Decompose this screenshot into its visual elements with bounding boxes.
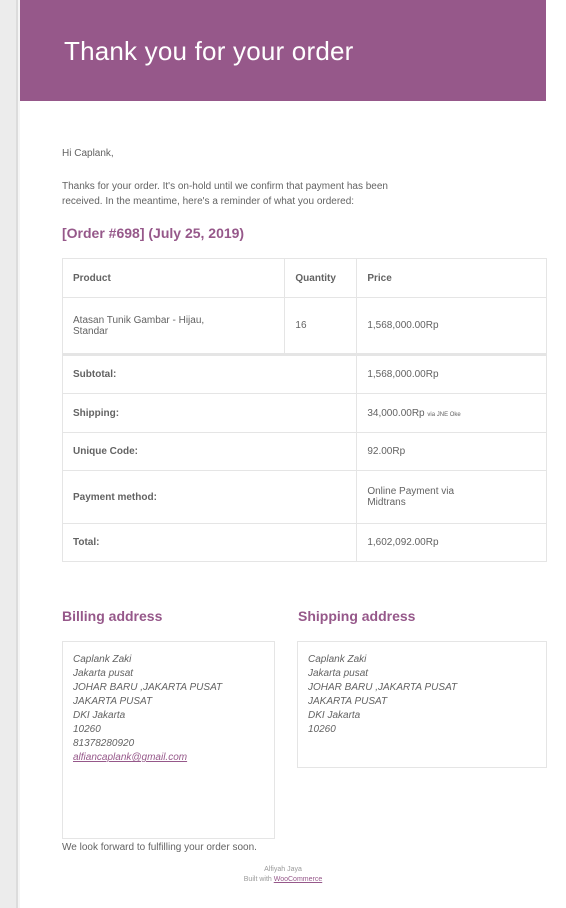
payment-method-value: Online Payment via Midtrans <box>356 470 547 524</box>
billing-phone: 81378280920 <box>73 738 135 749</box>
email-header: Thank you for your order <box>20 0 546 101</box>
page-gutter <box>0 0 18 908</box>
billing-postcode: 10260 <box>73 724 101 735</box>
footer-built-with: Built with <box>243 876 272 883</box>
footer-site-name: Alfiyah Jaya <box>264 866 302 873</box>
intro-text-line-1: Thanks for your order. It's on-hold unti… <box>62 181 388 192</box>
billing-company: Jakarta pusat <box>73 668 134 679</box>
product-price: 1,568,000.00Rp <box>356 297 547 356</box>
email-title: Thank you for your order <box>64 36 354 66</box>
payment-method-line-2: Midtrans <box>367 497 406 508</box>
shipping-address-box: Caplank Zaki Jakarta pusat JOHAR BARU ,J… <box>297 641 547 768</box>
payment-method-label: Payment method: <box>61 470 358 524</box>
total-row: Total: 1,602,092.00Rp <box>61 523 547 562</box>
billing-address-title: Billing address <box>62 608 163 624</box>
order-details-table: Product Quantity Price Atasan Tunik Gamb… <box>61 258 547 562</box>
greeting: Hi Caplank, <box>62 148 114 159</box>
product-name-line-2: Standar <box>73 325 109 337</box>
unique-code-value: 92.00Rp <box>356 432 547 471</box>
order-email: Thank you for your order Hi Caplank, Tha… <box>20 0 566 908</box>
email-footer: Alfiyah Jaya Built with WooCommerce <box>20 865 546 885</box>
shipping-cell: 34,000.00Rp via JNE Oke <box>356 393 547 433</box>
product-name: Atasan Tunik Gambar - Hijau, Standar <box>61 297 286 356</box>
table-row: Atasan Tunik Gambar - Hijau, Standar 16 … <box>61 297 547 356</box>
shipping-name: Caplank Zaki <box>308 654 367 665</box>
order-heading: [Order #698] (July 25, 2019) <box>62 225 245 241</box>
shipping-method: via JNE Oke <box>427 411 461 418</box>
subtotal-row: Subtotal: 1,568,000.00Rp <box>61 354 547 394</box>
billing-email-link[interactable]: alfiancaplank@gmail.com <box>73 752 187 763</box>
shipping-row: Shipping: 34,000.00Rp via JNE Oke <box>61 393 547 433</box>
closing-text: We look forward to fulfilling your order… <box>62 842 257 853</box>
total-value: 1,602,092.00Rp <box>356 523 547 562</box>
billing-city: JAKARTA PUSAT <box>73 696 153 707</box>
payment-method-row: Payment method: Online Payment via Midtr… <box>61 470 547 524</box>
subtotal-value: 1,568,000.00Rp <box>356 354 547 394</box>
column-header-product: Product <box>61 258 286 298</box>
shipping-value: 34,000.00Rp <box>367 407 425 419</box>
shipping-city: JAKARTA PUSAT <box>308 696 388 707</box>
payment-method-line-1: Online Payment via <box>367 486 455 497</box>
product-quantity: 16 <box>284 297 358 356</box>
product-name-line-1: Atasan Tunik Gambar - Hijau, <box>73 314 205 326</box>
billing-street: JOHAR BARU ,JAKARTA PUSAT <box>73 682 223 693</box>
table-header-row: Product Quantity Price <box>61 258 547 298</box>
shipping-label: Shipping: <box>61 393 358 433</box>
shipping-company: Jakarta pusat <box>308 668 369 679</box>
billing-name: Caplank Zaki <box>73 654 132 665</box>
intro-text-line-2: received. In the meantime, here's a remi… <box>62 196 355 207</box>
subtotal-label: Subtotal: <box>61 354 358 394</box>
unique-code-label: Unique Code: <box>61 432 358 471</box>
shipping-street: JOHAR BARU ,JAKARTA PUSAT <box>308 682 458 693</box>
column-header-price: Price <box>356 258 547 298</box>
total-label: Total: <box>61 523 358 562</box>
footer-credit: Built with WooCommerce <box>20 875 546 885</box>
shipping-province: DKI Jakarta <box>308 710 361 721</box>
shipping-postcode: 10260 <box>308 724 336 735</box>
shipping-address-title: Shipping address <box>298 608 416 624</box>
woocommerce-link[interactable]: WooCommerce <box>274 876 323 883</box>
billing-province: DKI Jakarta <box>73 710 126 721</box>
column-header-quantity: Quantity <box>284 258 358 298</box>
billing-address-box: Caplank Zaki Jakarta pusat JOHAR BARU ,J… <box>62 641 275 839</box>
unique-code-row: Unique Code: 92.00Rp <box>61 432 547 471</box>
